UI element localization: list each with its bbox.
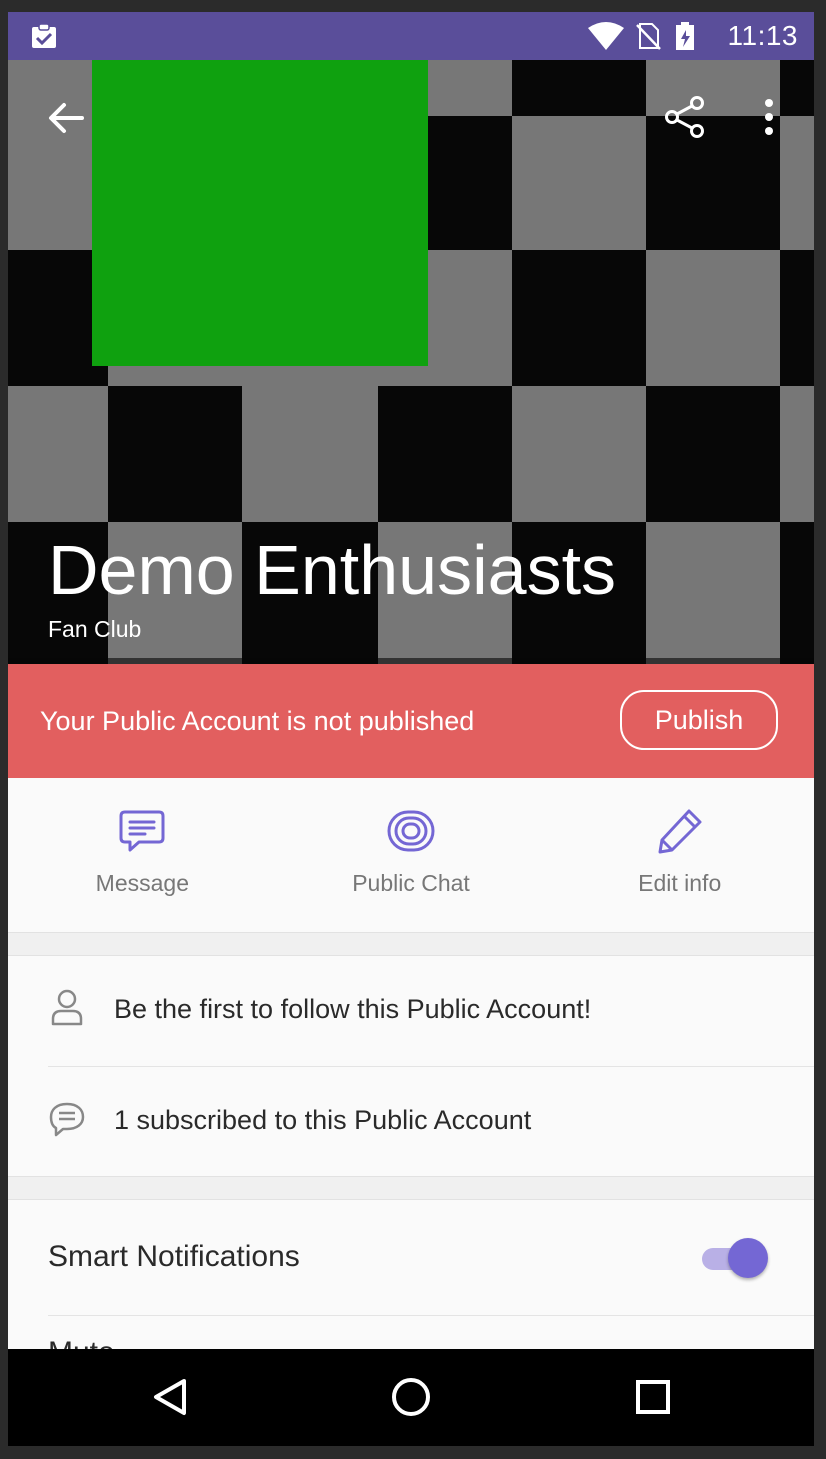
cover-green-block — [92, 60, 428, 366]
wifi-icon — [588, 22, 624, 50]
status-icons — [588, 22, 696, 50]
home-circle-icon[interactable] — [387, 1373, 435, 1421]
followers-row[interactable]: Be the first to follow this Public Accou… — [8, 956, 814, 1064]
section-separator — [8, 1176, 814, 1200]
unpublished-banner: Your Public Account is not published Pub… — [8, 664, 814, 778]
message-label: Message — [95, 870, 189, 896]
device-frame: 11:13 Demo Enthusiasts Fan Club Your Pub… — [0, 0, 826, 1459]
publish-button[interactable]: Publish — [620, 690, 778, 750]
public-chat-action[interactable]: Public Chat — [277, 778, 546, 932]
edit-info-label: Edit info — [638, 870, 722, 896]
back-triangle-icon[interactable] — [146, 1373, 194, 1421]
profile-header: Demo Enthusiasts Fan Club — [8, 60, 814, 664]
message-bubble-icon — [119, 810, 165, 852]
recents-square-icon[interactable] — [629, 1373, 677, 1421]
person-icon — [51, 989, 83, 1026]
chat-bubble-icon — [49, 1102, 85, 1137]
account-category: Fan Club — [48, 616, 142, 642]
status-bar: 11:13 — [8, 12, 814, 60]
public-chat-label: Public Chat — [352, 870, 470, 896]
arrow-left-icon[interactable] — [44, 96, 88, 140]
account-title: Demo Enthusiasts — [48, 531, 617, 609]
clipboard-check-icon — [32, 23, 56, 48]
system-nav-bar — [8, 1349, 814, 1446]
followers-text: Be the first to follow this Public Accou… — [114, 994, 592, 1024]
no-sim-icon — [636, 23, 661, 50]
toggle-thumb — [728, 1238, 768, 1278]
smart-notifications-label: Smart Notifications — [48, 1240, 300, 1273]
share-icon[interactable] — [662, 94, 708, 140]
smart-notifications-row[interactable]: Smart Notifications — [8, 1202, 814, 1316]
pencil-icon — [658, 809, 702, 854]
subscribers-text: 1 subscribed to this Public Account — [114, 1105, 532, 1135]
subscribers-row[interactable]: 1 subscribed to this Public Account — [8, 1067, 814, 1175]
banner-message: Your Public Account is not published — [40, 706, 475, 736]
app-screen: 11:13 Demo Enthusiasts Fan Club Your Pub… — [8, 12, 814, 1446]
smart-notifications-toggle[interactable] — [702, 1238, 768, 1280]
more-vert-icon[interactable] — [752, 94, 786, 140]
edit-info-action[interactable]: Edit info — [545, 778, 814, 932]
clock: 11:13 — [727, 20, 798, 51]
public-chat-icon — [387, 810, 435, 852]
message-action[interactable]: Message — [8, 778, 277, 932]
section-separator — [8, 932, 814, 956]
action-bar: Message Public Chat Edit info — [8, 778, 814, 932]
battery-charging-icon — [676, 22, 694, 50]
